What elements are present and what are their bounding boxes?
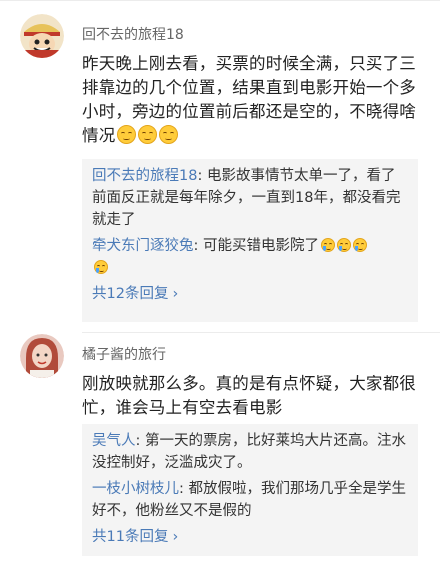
avatar[interactable] <box>20 14 64 58</box>
chevron-right-icon: › <box>172 529 179 545</box>
reply-separator: : <box>197 168 207 184</box>
top-divider <box>0 0 440 1</box>
chevron-right-icon: › <box>172 286 179 302</box>
more-replies-label: 共12条回复 <box>92 286 169 302</box>
more-replies-link[interactable]: 共12条回复 › <box>92 283 408 305</box>
reply-separator: : <box>179 481 189 497</box>
comment-body: 刚放映就那么多。真的是有点怀疑，大家都很忙，谁会马上有空去看电影 <box>82 374 416 417</box>
reply-item[interactable]: 牵犬东门逐狡兔: 可能买错电影院了 <box>92 235 408 279</box>
reply-item[interactable]: 一枝小树枝儿: 都放假啦，我们那场几乎全是学生好不，他粉丝又不是假的 <box>92 478 408 522</box>
reply-username[interactable]: 回不去的旅程18 <box>92 168 197 184</box>
reply-separator: : <box>193 238 203 254</box>
cry-laugh-icon <box>337 238 351 252</box>
replies-box[interactable]: 吴气人: 第一天的票房，比好莱坞大片还高。注水没控制好，泛滥成灾了。 一枝小树枝… <box>82 424 418 556</box>
replies-box[interactable]: 回不去的旅程18: 电影故事情节太单一了，看了前面反正就是每年除夕，一直到18年… <box>82 159 418 322</box>
cry-icon <box>353 238 367 252</box>
cry-icon <box>94 260 108 274</box>
reply-username[interactable]: 吴气人 <box>92 433 136 449</box>
reply-item[interactable]: 回不去的旅程18: 电影故事情节太单一了，看了前面反正就是每年除夕，一直到18年… <box>92 165 408 231</box>
comment-text: 刚放映就那么多。真的是有点怀疑，大家都很忙，谁会马上有空去看电影 <box>82 372 418 420</box>
cry-laugh-icon <box>321 238 335 252</box>
smirk-icon <box>117 125 137 144</box>
username[interactable]: 橘子酱的旅行 <box>82 346 166 364</box>
reply-username[interactable]: 一枝小树枝儿 <box>92 481 179 497</box>
reply-item[interactable]: 吴气人: 第一天的票房，比好莱坞大片还高。注水没控制好，泛滥成灾了。 <box>92 430 408 474</box>
smirk-icon <box>138 125 158 144</box>
reply-separator: : <box>135 433 145 449</box>
more-replies-link[interactable]: 共11条回复 › <box>92 526 408 548</box>
reply-text: 可能买错电影院了 <box>203 238 319 254</box>
username[interactable]: 回不去的旅程18 <box>82 26 184 44</box>
comment-divider <box>82 332 440 333</box>
smirk-icon <box>159 125 179 144</box>
avatar[interactable] <box>20 334 64 378</box>
reply-username[interactable]: 牵犬东门逐狡兔 <box>92 238 194 254</box>
comment-text: 昨天晚上刚去看，买票的时候全满，只买了三排靠边的几个位置，结果直到电影开始一个多… <box>82 52 418 148</box>
more-replies-label: 共11条回复 <box>92 529 169 545</box>
